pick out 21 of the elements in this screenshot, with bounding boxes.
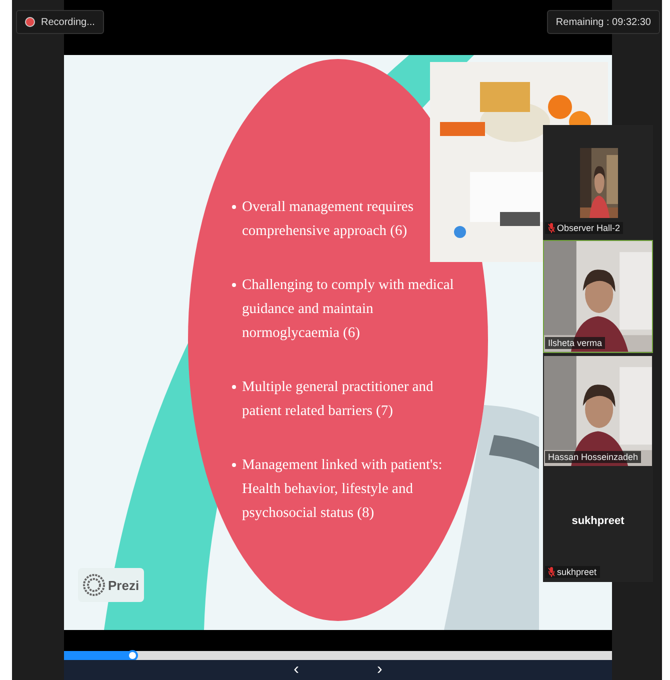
bullet-dot-icon bbox=[232, 205, 236, 209]
progress-track[interactable] bbox=[64, 651, 612, 660]
previous-button[interactable]: ‹ bbox=[290, 662, 303, 678]
remaining-time: Remaining : 09:32:30 bbox=[546, 10, 660, 34]
bullet-dot-icon bbox=[232, 283, 236, 287]
muted-mic-icon bbox=[548, 567, 555, 577]
participant-name: Hassan Hosseinzadeh bbox=[548, 452, 638, 462]
prezi-logo: Prezi bbox=[78, 568, 144, 602]
bullet-text: Overall management requires comprehensive approach (6) bbox=[242, 198, 415, 241]
recording-label: Recording... bbox=[41, 16, 95, 28]
bullet-text: Management linked with patient's: Health behavior, lifestyle and psychosocial status (8) bbox=[242, 456, 444, 523]
participant-name: sukhpreet bbox=[557, 567, 597, 577]
bullet-dot-icon bbox=[232, 463, 236, 467]
spiral-icon bbox=[83, 574, 105, 596]
bullet-text: Multiple general practitioner and patient related barriers (7) bbox=[242, 378, 434, 421]
bullet-dot-icon bbox=[232, 385, 236, 389]
next-button[interactable]: › bbox=[373, 662, 386, 678]
record-icon bbox=[25, 17, 35, 27]
participant-display-name: sukhpreet bbox=[570, 515, 626, 528]
bullet-text: Challenging to comply with medical guidance and maintain normoglycaemia (6) bbox=[242, 276, 455, 343]
participant-name: Ilsheta verma bbox=[548, 338, 602, 348]
